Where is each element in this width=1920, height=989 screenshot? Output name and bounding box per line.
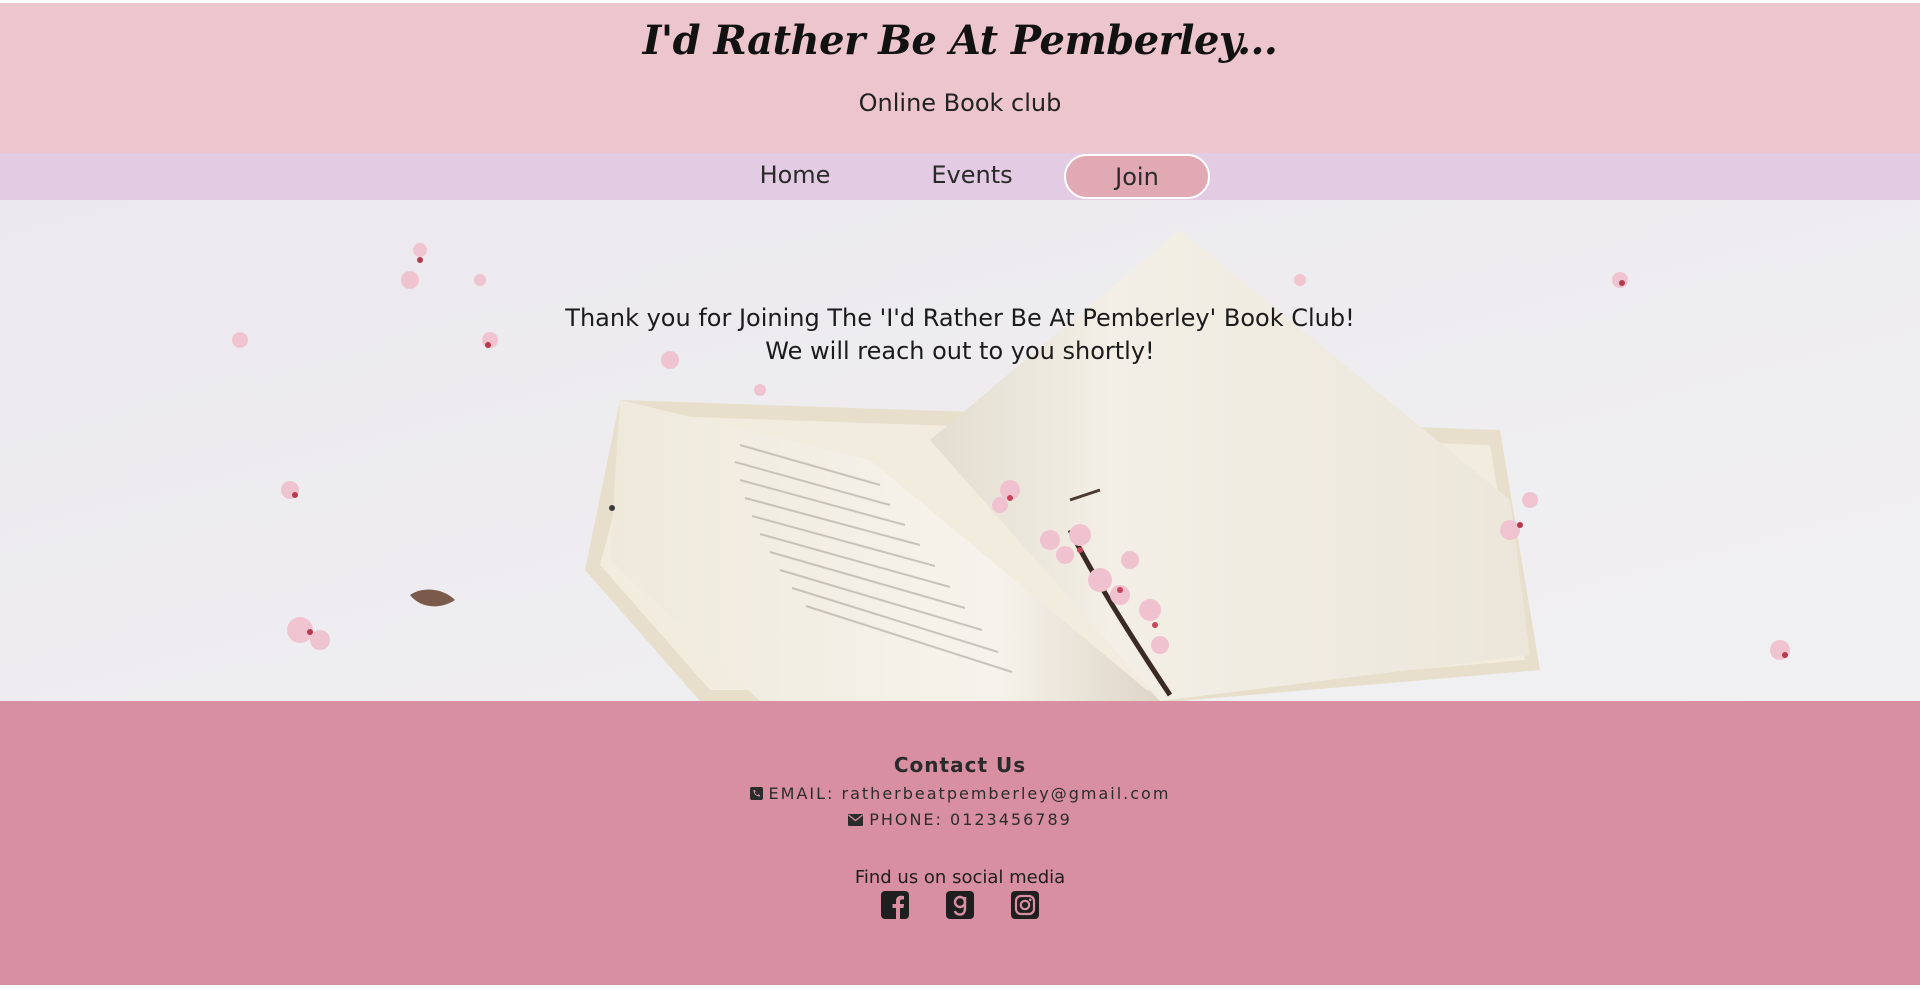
- contact-heading: Contact Us: [893, 753, 1027, 777]
- contact-email-text: EMAIL: ratherbeatpemberley@gmail.com: [768, 784, 1171, 803]
- nav-home-link[interactable]: Home: [740, 154, 850, 199]
- social-heading: Find us on social media: [854, 867, 1066, 888]
- contact-email: EMAIL: ratherbeatpemberley@gmail.com: [0, 784, 1920, 804]
- phone-square-icon: [749, 785, 763, 804]
- site-footer: Contact Us EMAIL: ratherbeatpemberley@gm…: [0, 701, 1920, 985]
- hero-message: Thank you for Joining The 'I'd Rather Be…: [0, 302, 1920, 368]
- facebook-icon[interactable]: [880, 891, 909, 919]
- contact-phone: PHONE: 0123456789: [0, 810, 1920, 830]
- social-links: [0, 891, 1920, 923]
- reach-out-line: We will reach out to you shortly!: [765, 337, 1155, 365]
- goodreads-icon[interactable]: [946, 891, 974, 919]
- thank-you-line: Thank you for Joining The 'I'd Rather Be…: [565, 304, 1355, 332]
- site-subtitle: Online Book club: [858, 89, 1062, 117]
- instagram-icon[interactable]: [1011, 891, 1040, 919]
- main-nav: Home Events Join: [0, 153, 1920, 200]
- hero-background-image: [0, 200, 1920, 701]
- nav-events-link[interactable]: Events: [912, 154, 1032, 199]
- envelope-icon: [848, 811, 864, 830]
- nav-join-link[interactable]: Join: [1064, 154, 1210, 199]
- contact-phone-text: PHONE: 0123456789: [869, 810, 1072, 829]
- hero-section: Thank you for Joining The 'I'd Rather Be…: [0, 200, 1920, 701]
- site-header: I'd Rather Be At Pemberley... Online Boo…: [0, 3, 1920, 153]
- site-title: I'd Rather Be At Pemberley...: [642, 17, 1278, 64]
